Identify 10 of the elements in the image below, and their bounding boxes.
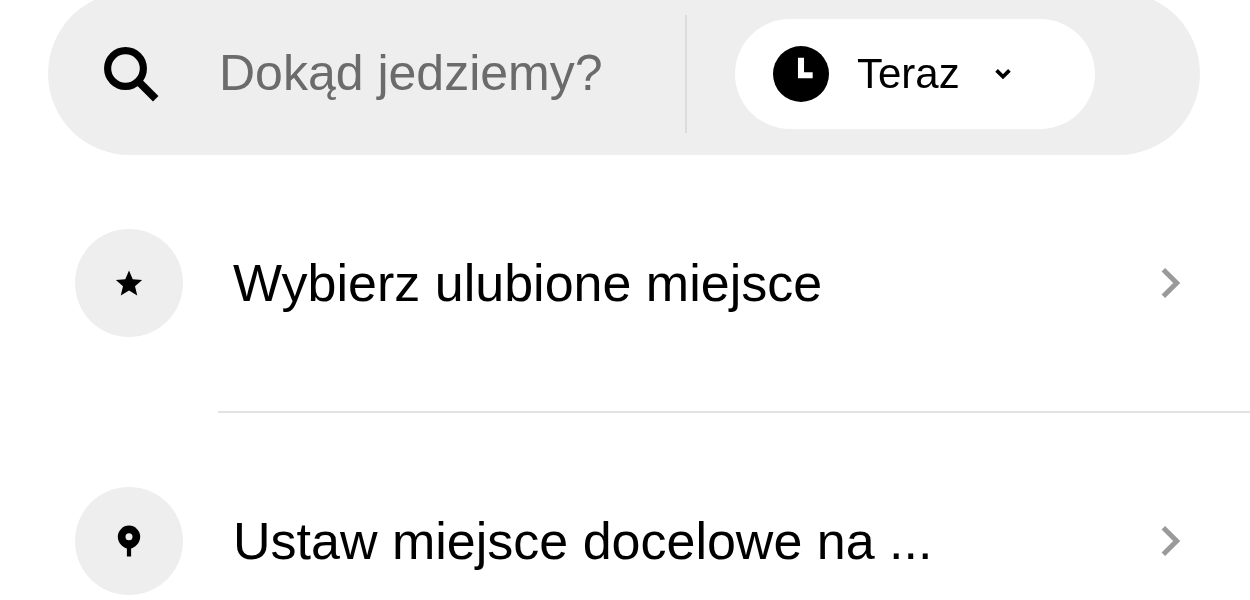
item-label: Ustaw miejsce docelowe na ... [233,511,933,572]
chevron-right-icon [1160,524,1180,558]
pin-icon [115,524,143,558]
chevron-right-icon [1160,266,1180,300]
list-item[interactable]: Ustaw miejsce docelowe na ... [0,413,1250,600]
clock-icon [773,45,829,102]
time-picker-button[interactable]: Teraz [735,18,1095,129]
search-field[interactable]: Dokąd jedziemy? [219,36,679,111]
item-label: Wybierz ulubione miejsce [233,253,823,314]
list-item[interactable]: Wybierz ulubione miejsce [0,155,1250,411]
